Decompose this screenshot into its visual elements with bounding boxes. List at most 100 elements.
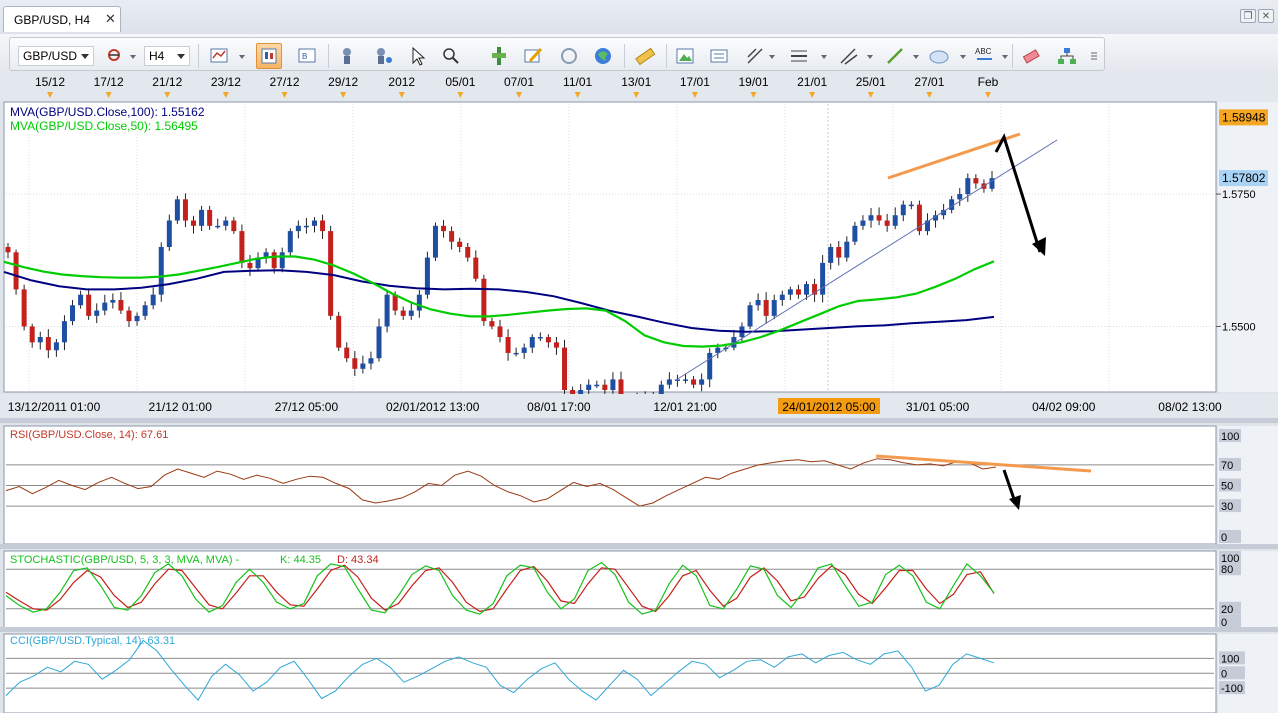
print-icon[interactable]: [706, 43, 732, 69]
zoom-in-icon[interactable]: [370, 43, 396, 69]
cursor-icon[interactable]: [404, 43, 430, 69]
channel-icon[interactable]: [836, 43, 862, 69]
ruler-icon[interactable]: [632, 43, 658, 69]
fibonacci-icon[interactable]: [786, 43, 812, 69]
eraser-icon[interactable]: [1018, 43, 1044, 69]
candle-body: [182, 199, 188, 221]
candle-body: [699, 379, 705, 385]
symbol-tools-icon[interactable]: [102, 43, 128, 69]
bar-chart-icon[interactable]: [206, 43, 232, 69]
chart-tab-label: GBP/USD, H4: [14, 13, 91, 27]
panel-splitter[interactable]: [0, 627, 1278, 632]
candle-body: [610, 379, 616, 390]
candle-body: [336, 315, 342, 348]
chevron-down-icon[interactable]: [960, 55, 966, 59]
chevron-down-icon[interactable]: [130, 55, 136, 59]
globe-icon[interactable]: [590, 43, 616, 69]
candle-body: [844, 241, 850, 258]
top-axis-label: 13/01: [621, 75, 651, 89]
hierarchy-icon[interactable]: [1054, 43, 1080, 69]
top-axis-label: 19/01: [738, 75, 768, 89]
candle-body: [271, 252, 277, 269]
ellipse-icon[interactable]: [926, 43, 952, 69]
candle-body: [828, 247, 834, 263]
zoom-area-icon[interactable]: [438, 43, 464, 69]
candle-body: [489, 321, 495, 327]
candle-body: [352, 358, 358, 369]
candle-body: [295, 225, 301, 232]
price-axis: [1218, 102, 1278, 392]
close-window-icon[interactable]: ✕: [1258, 9, 1274, 23]
chart-area[interactable]: 15/12 17/12 21/12 23/12 27/12 29/12 2012 05/01 0…: [0, 74, 1278, 713]
panel-splitter[interactable]: [0, 418, 1278, 423]
rsi-tick-label: 50: [1221, 481, 1233, 493]
toolbar-divider: [328, 44, 329, 68]
candle-body: [465, 247, 471, 258]
scroll-icon[interactable]: [486, 43, 512, 69]
candle-body: [900, 204, 906, 216]
chart-tab[interactable]: GBP/USD, H4 ✕: [3, 6, 121, 32]
candle-body: [61, 321, 67, 343]
symbol-selector[interactable]: GBP/USD: [18, 46, 94, 66]
top-axis-label: 29/12: [328, 75, 358, 89]
candle-body: [884, 220, 890, 226]
price-tick-label: 1.5750: [1222, 189, 1256, 201]
chevron-down-icon[interactable]: [769, 55, 775, 59]
candle-body: [449, 231, 455, 242]
crosshair-icon[interactable]: [742, 43, 768, 69]
candle-body: [134, 315, 140, 322]
trendline-icon[interactable]: [882, 43, 908, 69]
candle-body: [37, 337, 43, 343]
top-axis-label: 11/01: [563, 75, 592, 89]
chevron-down-icon[interactable]: [913, 55, 919, 59]
chevron-down-icon[interactable]: [821, 55, 827, 59]
rsi-tick-label: 0: [1221, 532, 1227, 544]
top-axis-label: 05/01: [445, 75, 475, 89]
candle-body: [545, 337, 551, 343]
candle-body: [279, 252, 285, 269]
restore-window-icon[interactable]: ❐: [1240, 9, 1256, 23]
candle-body: [166, 220, 172, 247]
line-chart-icon[interactable]: B: [294, 43, 320, 69]
edit-icon[interactable]: [520, 43, 546, 69]
refresh-icon[interactable]: [556, 43, 582, 69]
more-icon[interactable]: [1088, 43, 1100, 69]
chevron-down-icon[interactable]: [867, 55, 873, 59]
indicators-icon[interactable]: [336, 43, 362, 69]
toolbar-divider: [198, 44, 199, 68]
candle-body: [497, 326, 503, 338]
candle-body: [473, 257, 479, 279]
candle-body: [118, 299, 124, 311]
candle-body: [70, 305, 76, 322]
chevron-down-icon[interactable]: [1002, 55, 1008, 59]
candle-body: [836, 247, 842, 258]
timeframe-selector[interactable]: H4: [144, 46, 190, 66]
candle-body: [787, 289, 793, 295]
candle-body: [328, 231, 334, 316]
text-icon[interactable]: ABC: [972, 43, 998, 69]
stochastic-tick-label: 20: [1221, 604, 1233, 616]
cci-label: CCI(GBP/USD.Typical, 14): 63.31: [10, 635, 175, 647]
candle-body: [287, 231, 293, 253]
candle-body: [755, 299, 761, 306]
candle-body: [158, 247, 164, 295]
price-panel[interactable]: [3, 101, 1217, 393]
candle-body: [957, 194, 963, 200]
chevron-down-icon[interactable]: [239, 55, 245, 59]
candle-body: [892, 215, 898, 226]
candle-body: [247, 262, 253, 269]
candle-body: [199, 209, 205, 226]
timeframe-value: H4: [149, 49, 165, 63]
chevron-down-icon: [177, 54, 185, 59]
candle-body: [908, 204, 914, 207]
candle-body: [602, 384, 608, 390]
top-axis-label: 2012: [388, 75, 415, 89]
save-image-icon[interactable]: [672, 43, 698, 69]
candle-body: [13, 252, 19, 290]
chevron-down-icon: [81, 54, 89, 59]
panel-splitter[interactable]: [0, 544, 1278, 549]
stochastic-label: STOCHASTIC(GBP/USD, 5, 3, 3, MVA, MVA) -: [10, 554, 240, 566]
top-axis-label: 27/12: [269, 75, 299, 89]
close-tab-icon[interactable]: ✕: [105, 11, 116, 27]
candlestick-chart-icon[interactable]: [256, 43, 282, 69]
